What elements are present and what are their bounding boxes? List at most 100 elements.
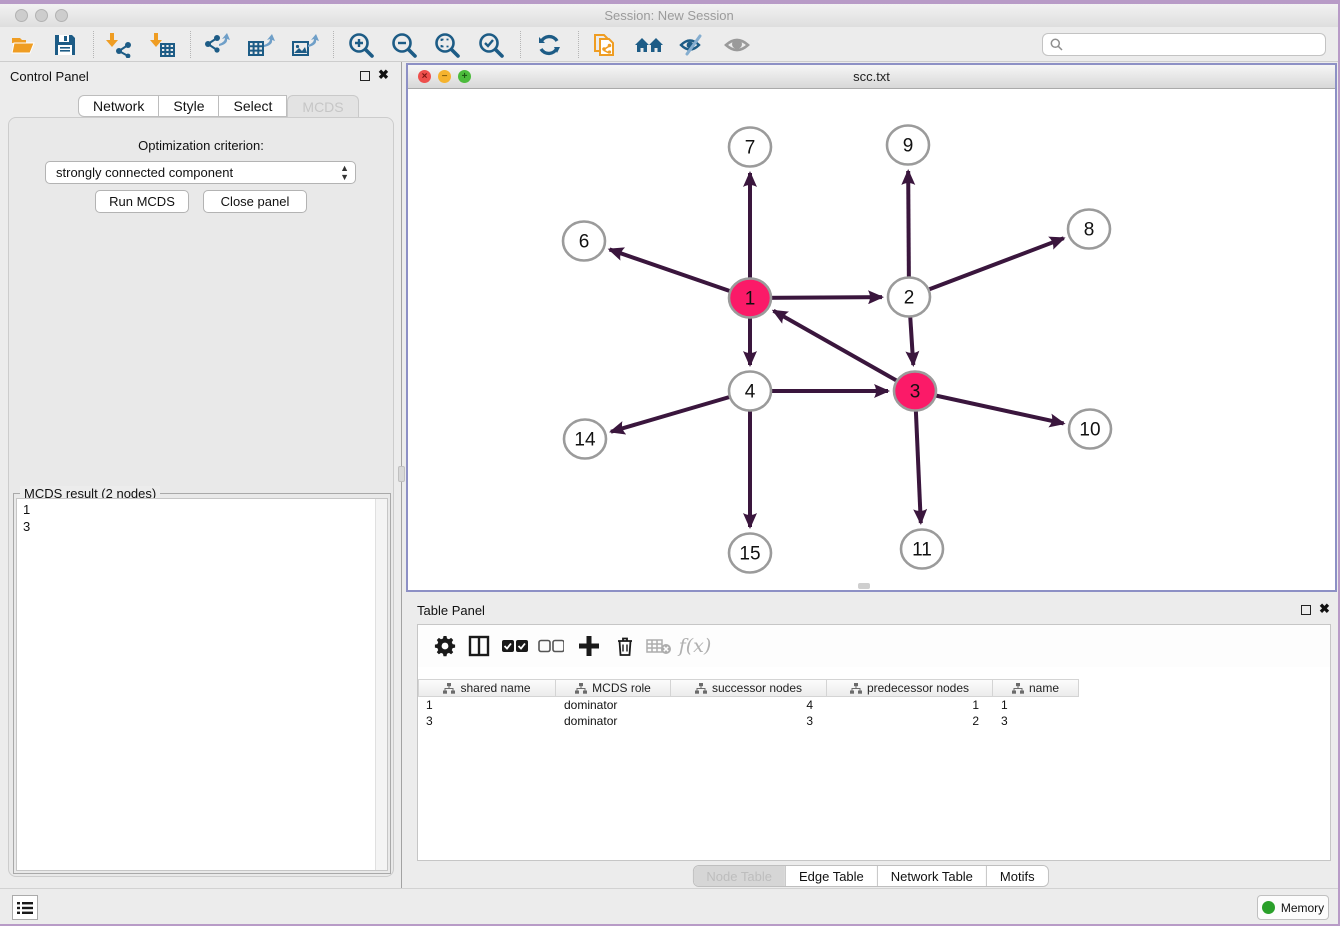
table-cell[interactable]: 1 — [993, 697, 1079, 713]
table-cell[interactable]: 2 — [827, 713, 993, 729]
zoom-out-icon[interactable] — [389, 30, 419, 60]
select-all-icon[interactable] — [502, 633, 528, 659]
graph-node-4[interactable]: 4 — [729, 372, 771, 411]
graph-node-2[interactable]: 2 — [888, 278, 930, 317]
column-label: shared name — [460, 681, 530, 695]
combo-stepper-icon: ▲▼ — [340, 164, 349, 182]
graph-node-10[interactable]: 10 — [1069, 410, 1111, 449]
result-scrollbar[interactable] — [375, 499, 387, 870]
canvas-splitter-handle[interactable] — [858, 583, 870, 589]
show-panels-icon[interactable] — [722, 30, 752, 60]
edge-1-6[interactable] — [610, 249, 750, 298]
tab-node-table[interactable]: Node Table — [693, 866, 785, 886]
table-row[interactable]: 3dominator323 — [418, 713, 1330, 729]
toolbar-separator — [333, 31, 334, 58]
node-label: 3 — [910, 382, 921, 403]
graph-node-9[interactable]: 9 — [887, 126, 929, 165]
node-label: 8 — [1084, 220, 1095, 241]
columns-icon[interactable] — [466, 633, 492, 659]
table-float-panel-icon[interactable] — [1301, 605, 1311, 615]
graph-node-11[interactable]: 11 — [901, 530, 943, 569]
edge-3-10[interactable] — [915, 391, 1064, 423]
table-close-panel-icon[interactable]: ✖ — [1319, 601, 1330, 617]
table-row[interactable]: 1dominator411 — [418, 697, 1330, 713]
node-label: 2 — [904, 288, 915, 309]
tab-network-table[interactable]: Network Table — [877, 866, 986, 886]
tab-edge-table[interactable]: Edge Table — [785, 866, 877, 886]
search-input[interactable] — [1067, 34, 1325, 55]
network-window-titlebar[interactable]: × − + scc.txt — [408, 65, 1335, 89]
table-cell[interactable]: 3 — [993, 713, 1079, 729]
graph-node-7[interactable]: 7 — [729, 128, 771, 167]
export-network-icon[interactable] — [202, 30, 232, 60]
tab-network[interactable]: Network — [78, 95, 159, 117]
graph-node-3[interactable]: 3 — [894, 372, 936, 411]
tab-motifs[interactable]: Motifs — [986, 866, 1048, 886]
zoom-fit-icon[interactable] — [432, 30, 462, 60]
close-panel-button[interactable]: Close panel — [203, 190, 307, 213]
tab-style[interactable]: Style — [159, 95, 219, 117]
hide-panels-icon[interactable] — [678, 30, 708, 60]
graph-node-6[interactable]: 6 — [563, 222, 605, 261]
edge-3-1[interactable] — [774, 311, 915, 391]
run-mcds-button[interactable]: Run MCDS — [95, 190, 189, 213]
add-icon[interactable] — [576, 633, 602, 659]
network-canvas[interactable]: 7 9 6 8 1 2 4 3 14 10 15 11 — [408, 90, 1335, 590]
column-header-predecessor-nodes[interactable]: predecessor nodes — [827, 679, 993, 697]
open-folder-icon[interactable] — [8, 30, 38, 60]
tab-select[interactable]: Select — [219, 95, 287, 117]
criterion-select[interactable]: strongly connected component ▲▼ — [45, 161, 356, 184]
network-window-title: scc.txt — [408, 69, 1335, 84]
first-neighbors-icon[interactable] — [634, 30, 664, 60]
table-cell[interactable]: 1 — [827, 697, 993, 713]
column-label: name — [1029, 681, 1059, 695]
save-icon[interactable] — [50, 30, 80, 60]
float-panel-icon[interactable] — [360, 71, 370, 81]
export-table-icon[interactable] — [246, 30, 276, 60]
graph-node-15[interactable]: 15 — [729, 534, 771, 573]
column-header-name[interactable]: name — [993, 679, 1079, 697]
table-cell[interactable]: 1 — [418, 697, 556, 713]
column-header-successor-nodes[interactable]: successor nodes — [671, 679, 827, 697]
memory-status-icon — [1262, 901, 1275, 914]
graph-node-14[interactable]: 14 — [564, 420, 606, 459]
search-field[interactable] — [1042, 33, 1326, 56]
table-cell[interactable]: dominator — [556, 697, 671, 713]
graph-node-1[interactable]: 1 — [729, 279, 771, 318]
refresh-icon[interactable] — [534, 30, 564, 60]
table-panel-title: Table Panel — [417, 603, 485, 618]
control-panel-title: Control Panel — [10, 69, 89, 84]
criterion-selected-value: strongly connected component — [56, 165, 233, 180]
mcds-result-list[interactable]: 1 3 — [16, 498, 388, 871]
export-image-icon[interactable] — [290, 30, 320, 60]
close-panel-icon[interactable]: ✖ — [378, 67, 389, 83]
duplicate-network-icon[interactable] — [590, 30, 620, 60]
main-toolbar — [0, 27, 1338, 62]
delete-icon[interactable] — [612, 633, 638, 659]
import-network-icon[interactable] — [104, 30, 134, 60]
table-cell[interactable]: 4 — [671, 697, 827, 713]
deselect-all-icon[interactable] — [538, 633, 564, 659]
graph-node-8[interactable]: 8 — [1068, 210, 1110, 249]
zoom-in-icon[interactable] — [346, 30, 376, 60]
column-header-shared-name[interactable]: shared name — [418, 679, 556, 697]
vertical-splitter-handle[interactable] — [398, 466, 405, 482]
import-table-icon[interactable] — [148, 30, 178, 60]
delete-table-icon[interactable] — [646, 633, 672, 659]
column-header-MCDS-role[interactable]: MCDS role — [556, 679, 671, 697]
table-cell[interactable]: 3 — [671, 713, 827, 729]
edge-2-8[interactable] — [909, 238, 1064, 297]
table-header-row: shared name MCDS rolesuccessor nodesprede… — [418, 679, 1079, 697]
node-label: 9 — [903, 136, 914, 157]
tab-mcds[interactable]: MCDS — [287, 95, 358, 117]
function-icon[interactable]: f(x) — [676, 633, 714, 659]
table-cell[interactable]: dominator — [556, 713, 671, 729]
node-label: 11 — [912, 540, 932, 561]
control-panel: Control Panel ✖ Network Style Select MCD… — [0, 62, 402, 888]
gear-icon[interactable] — [432, 633, 458, 659]
zoom-selected-icon[interactable] — [476, 30, 506, 60]
memory-button[interactable]: Memory — [1257, 895, 1329, 920]
task-history-button[interactable] — [12, 895, 38, 920]
table-cell[interactable]: 3 — [418, 713, 556, 729]
table-panel: Table Panel ✖ — [403, 592, 1338, 888]
